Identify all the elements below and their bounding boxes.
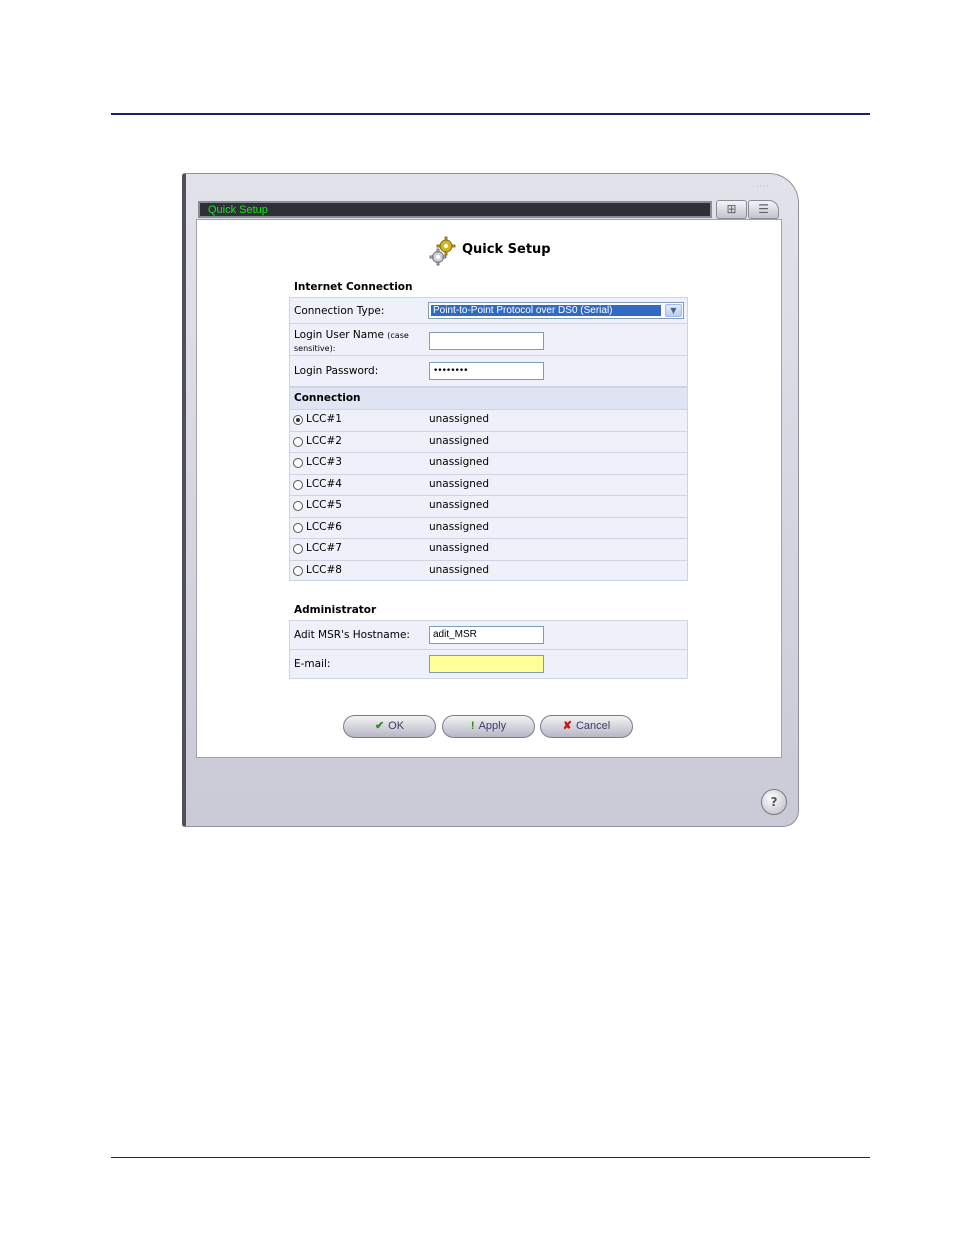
lcc-row: LCC#4 unassigned bbox=[290, 475, 687, 496]
header-rule bbox=[111, 113, 870, 115]
ok-label: OK bbox=[388, 720, 405, 732]
lcc-row: LCC#3 unassigned bbox=[290, 453, 687, 475]
lcc-value: unassigned bbox=[429, 499, 490, 511]
lcc-value: unassigned bbox=[429, 477, 490, 490]
lcc-label: LCC#8 bbox=[306, 563, 342, 576]
connection-type-row: Connection Type: Point-to-Point Protocol… bbox=[290, 298, 687, 324]
page-title: Quick Setup bbox=[462, 242, 551, 257]
ok-button[interactable]: ✔ OK bbox=[343, 715, 436, 738]
lcc-label: LCC#4 bbox=[306, 477, 342, 490]
lcc-radio[interactable] bbox=[293, 458, 303, 468]
cancel-button[interactable]: ✘ Cancel bbox=[540, 715, 633, 738]
list-icon: ☰ bbox=[758, 202, 769, 216]
connection-panel: Connection LCC#1 unassigned LCC#2 unassigne… bbox=[289, 387, 688, 581]
lcc-radio[interactable] bbox=[293, 501, 303, 511]
lcc-label: LCC#6 bbox=[306, 520, 342, 533]
apply-button[interactable]: ! Apply bbox=[442, 715, 535, 738]
hostname-input[interactable]: adit_MSR bbox=[429, 626, 544, 644]
help-icon[interactable]: ? bbox=[761, 789, 787, 815]
lcc-row: LCC#5 unassigned bbox=[290, 496, 687, 518]
lcc-value: unassigned bbox=[429, 413, 490, 425]
lcc-radio[interactable] bbox=[293, 436, 303, 447]
lcc-row: LCC#2 unassigned bbox=[290, 432, 687, 453]
sitemap-button[interactable]: ⊞ bbox=[716, 200, 747, 219]
lcc-value: unassigned bbox=[429, 456, 490, 468]
lcc-value: unassigned bbox=[429, 434, 490, 447]
login-user-label-text: Login User Name bbox=[294, 329, 384, 341]
lcc-row: LCC#7 unassigned bbox=[290, 539, 687, 561]
lcc-row: LCC#6 unassigned bbox=[290, 518, 687, 539]
window-title: Quick Setup bbox=[208, 204, 268, 216]
connection-type-label: Connection Type: bbox=[294, 305, 385, 317]
lcc-label: LCC#1 bbox=[306, 413, 342, 425]
email-row: E-mail: bbox=[290, 650, 687, 678]
lcc-radio[interactable] bbox=[293, 415, 303, 425]
exclamation-icon: ! bbox=[470, 720, 475, 732]
gear-icon bbox=[429, 236, 456, 266]
lcc-radio[interactable] bbox=[293, 479, 303, 490]
internet-connection-heading: Internet Connection bbox=[294, 281, 413, 293]
connection-heading-row: Connection bbox=[290, 388, 687, 410]
resize-grip-icon[interactable]: ····· bbox=[752, 182, 770, 191]
connection-heading: Connection bbox=[294, 392, 361, 404]
cancel-label: Cancel bbox=[575, 720, 611, 732]
lcc-row: LCC#1 unassigned bbox=[290, 410, 687, 432]
x-icon: ✘ bbox=[562, 720, 572, 732]
login-password-row: Login Password: •••••••• bbox=[290, 356, 687, 386]
connection-type-value: Point-to-Point Protocol over DS0 (Serial… bbox=[431, 305, 661, 316]
apply-label: Apply bbox=[478, 720, 507, 732]
lcc-label: LCC#2 bbox=[306, 434, 342, 447]
window-titlebar: Quick Setup bbox=[198, 201, 712, 218]
lcc-radio[interactable] bbox=[293, 544, 303, 554]
login-password-label: Login Password: bbox=[294, 365, 379, 377]
lcc-value: unassigned bbox=[429, 563, 490, 576]
lcc-radio[interactable] bbox=[293, 565, 303, 576]
footer-rule bbox=[111, 1157, 870, 1158]
login-password-input[interactable]: •••••••• bbox=[429, 362, 544, 380]
lcc-label: LCC#7 bbox=[306, 542, 342, 554]
list-view-button[interactable]: ☰ bbox=[748, 200, 779, 219]
lcc-label: LCC#5 bbox=[306, 499, 342, 511]
login-user-row: Login User Name (case sensitive): bbox=[290, 324, 687, 356]
administrator-heading: Administrator bbox=[294, 604, 377, 616]
administrator-panel: Adit MSR's Hostname: adit_MSR E-mail: bbox=[289, 620, 688, 679]
lcc-radio[interactable] bbox=[293, 522, 303, 533]
lcc-label: LCC#3 bbox=[306, 456, 342, 468]
login-user-input[interactable] bbox=[429, 332, 544, 350]
lcc-row: LCC#8 unassigned bbox=[290, 561, 687, 583]
chevron-down-icon[interactable]: ▼ bbox=[665, 304, 682, 317]
connection-type-select[interactable]: Point-to-Point Protocol over DS0 (Serial… bbox=[428, 302, 684, 319]
checkmark-icon: ✔ bbox=[374, 720, 385, 732]
hostname-label: Adit MSR's Hostname: bbox=[294, 629, 410, 641]
lcc-value: unassigned bbox=[429, 520, 490, 533]
internet-connection-panel: Connection Type: Point-to-Point Protocol… bbox=[289, 297, 688, 387]
login-user-label: Login User Name (case sensitive): bbox=[294, 329, 424, 355]
email-label: E-mail: bbox=[294, 658, 331, 670]
email-input[interactable] bbox=[429, 655, 544, 673]
sitemap-icon: ⊞ bbox=[726, 202, 737, 216]
hostname-row: Adit MSR's Hostname: adit_MSR bbox=[290, 621, 687, 650]
lcc-value: unassigned bbox=[429, 542, 490, 554]
